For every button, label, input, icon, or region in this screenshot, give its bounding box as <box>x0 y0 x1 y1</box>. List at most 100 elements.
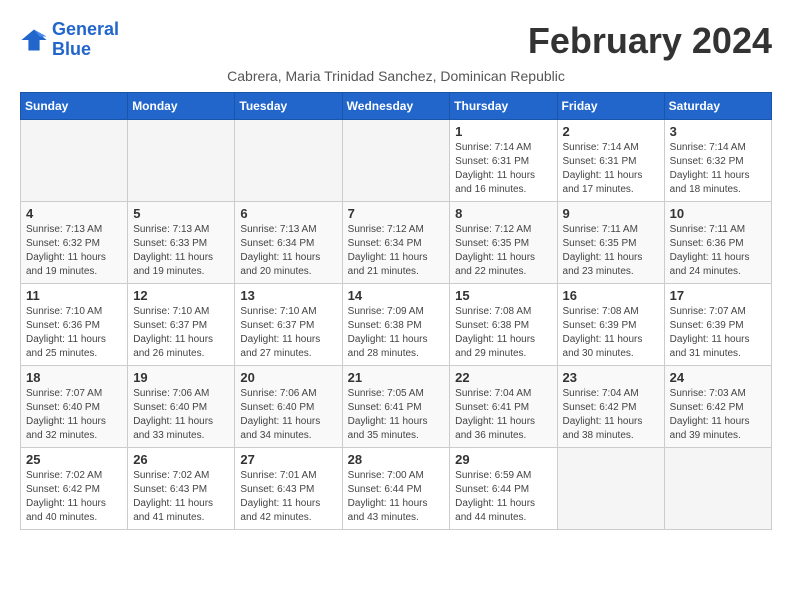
header-wednesday: Wednesday <box>342 93 450 120</box>
calendar-cell: 2 Sunrise: 7:14 AM Sunset: 6:31 PM Daylig… <box>557 120 664 202</box>
day-number: 18 <box>26 370 122 385</box>
header-tuesday: Tuesday <box>235 93 342 120</box>
header-monday: Monday <box>128 93 235 120</box>
day-number: 15 <box>455 288 551 303</box>
calendar-cell: 10 Sunrise: 7:11 AM Sunset: 6:36 PM Dayli… <box>664 202 771 284</box>
logo-text: General Blue <box>52 20 119 60</box>
day-info: Sunrise: 7:12 AM Sunset: 6:35 PM Dayligh… <box>455 223 551 279</box>
day-number: 26 <box>133 452 229 467</box>
calendar-cell: 11 Sunrise: 7:10 AM Sunset: 6:36 PM Dayli… <box>21 284 128 366</box>
day-number: 13 <box>240 288 336 303</box>
calendar-cell: 9Sunrise: 7:11 AM Sunset: 6:35 PM Daylig… <box>557 202 664 284</box>
calendar-cell <box>664 448 771 530</box>
day-number: 24 <box>670 370 766 385</box>
day-info: Sunrise: 7:02 AM Sunset: 6:42 PM Dayligh… <box>26 469 122 525</box>
day-number: 7 <box>348 206 445 221</box>
day-info: Sunrise: 7:13 AM Sunset: 6:34 PM Dayligh… <box>240 223 336 279</box>
day-number: 3 <box>670 124 766 139</box>
day-number: 10 <box>670 206 766 221</box>
day-number: 21 <box>348 370 445 385</box>
day-info: Sunrise: 7:11 AM Sunset: 6:35 PM Dayligh… <box>563 223 659 279</box>
day-number: 29 <box>455 452 551 467</box>
calendar-body: 1 Sunrise: 7:14 AM Sunset: 6:31 PM Daylig… <box>21 120 772 530</box>
header-row: Sunday Monday Tuesday Wednesday Thursday… <box>21 93 772 120</box>
day-number: 17 <box>670 288 766 303</box>
day-number: 22 <box>455 370 551 385</box>
day-number: 12 <box>133 288 229 303</box>
day-number: 14 <box>348 288 445 303</box>
day-number: 19 <box>133 370 229 385</box>
day-info: Sunrise: 7:10 AM Sunset: 6:37 PM Dayligh… <box>133 305 229 361</box>
day-number: 8 <box>455 206 551 221</box>
day-number: 20 <box>240 370 336 385</box>
day-info: Sunrise: 7:05 AM Sunset: 6:41 PM Dayligh… <box>348 387 445 443</box>
calendar-cell: 25 Sunrise: 7:02 AM Sunset: 6:42 PM Dayli… <box>21 448 128 530</box>
page-header: General Blue February 2024 <box>20 20 772 62</box>
calendar-cell: 4Sunrise: 7:13 AM Sunset: 6:32 PM Daylig… <box>21 202 128 284</box>
day-info: Sunrise: 7:10 AM Sunset: 6:37 PM Dayligh… <box>240 305 336 361</box>
calendar-cell: 21 Sunrise: 7:05 AM Sunset: 6:41 PM Dayli… <box>342 366 450 448</box>
calendar-cell <box>342 120 450 202</box>
day-number: 2 <box>563 124 659 139</box>
calendar-week-1: 1 Sunrise: 7:14 AM Sunset: 6:31 PM Daylig… <box>21 120 772 202</box>
logo-icon <box>20 26 48 54</box>
day-info: Sunrise: 7:03 AM Sunset: 6:42 PM Dayligh… <box>670 387 766 443</box>
calendar-cell: 14 Sunrise: 7:09 AM Sunset: 6:38 PM Dayli… <box>342 284 450 366</box>
header-friday: Friday <box>557 93 664 120</box>
day-info: Sunrise: 7:06 AM Sunset: 6:40 PM Dayligh… <box>133 387 229 443</box>
day-info: Sunrise: 7:11 AM Sunset: 6:36 PM Dayligh… <box>670 223 766 279</box>
day-info: Sunrise: 7:04 AM Sunset: 6:41 PM Dayligh… <box>455 387 551 443</box>
day-number: 16 <box>563 288 659 303</box>
day-info: Sunrise: 7:00 AM Sunset: 6:44 PM Dayligh… <box>348 469 445 525</box>
calendar-week-4: 18 Sunrise: 7:07 AM Sunset: 6:40 PM Dayli… <box>21 366 772 448</box>
month-title: February 2024 <box>528 20 772 62</box>
day-info: Sunrise: 7:13 AM Sunset: 6:33 PM Dayligh… <box>133 223 229 279</box>
day-info: Sunrise: 7:14 AM Sunset: 6:31 PM Dayligh… <box>563 141 659 197</box>
day-number: 28 <box>348 452 445 467</box>
calendar-cell <box>128 120 235 202</box>
calendar-cell: 3 Sunrise: 7:14 AM Sunset: 6:32 PM Daylig… <box>664 120 771 202</box>
calendar-cell: 16 Sunrise: 7:08 AM Sunset: 6:39 PM Dayli… <box>557 284 664 366</box>
calendar-cell: 22 Sunrise: 7:04 AM Sunset: 6:41 PM Dayli… <box>450 366 557 448</box>
calendar-cell: 20 Sunrise: 7:06 AM Sunset: 6:40 PM Dayli… <box>235 366 342 448</box>
calendar-cell: 27Sunrise: 7:01 AM Sunset: 6:43 PM Dayli… <box>235 448 342 530</box>
calendar-cell: 29Sunrise: 6:59 AM Sunset: 6:44 PM Dayli… <box>450 448 557 530</box>
day-number: 23 <box>563 370 659 385</box>
day-number: 27 <box>240 452 336 467</box>
subtitle: Cabrera, Maria Trinidad Sanchez, Dominic… <box>20 68 772 84</box>
calendar-cell: 15Sunrise: 7:08 AM Sunset: 6:38 PM Dayli… <box>450 284 557 366</box>
calendar-cell: 1Sunrise: 7:14 AM Sunset: 6:31 PM Daylig… <box>450 120 557 202</box>
day-info: Sunrise: 7:09 AM Sunset: 6:38 PM Dayligh… <box>348 305 445 361</box>
calendar-cell: 28 Sunrise: 7:00 AM Sunset: 6:44 PM Dayli… <box>342 448 450 530</box>
calendar-cell: 23 Sunrise: 7:04 AM Sunset: 6:42 PM Dayli… <box>557 366 664 448</box>
calendar-cell: 19 Sunrise: 7:06 AM Sunset: 6:40 PM Dayli… <box>128 366 235 448</box>
day-info: Sunrise: 7:07 AM Sunset: 6:39 PM Dayligh… <box>670 305 766 361</box>
day-number: 1 <box>455 124 551 139</box>
calendar-cell <box>21 120 128 202</box>
day-info: Sunrise: 7:06 AM Sunset: 6:40 PM Dayligh… <box>240 387 336 443</box>
calendar-cell: 24 Sunrise: 7:03 AM Sunset: 6:42 PM Dayli… <box>664 366 771 448</box>
calendar-cell: 26Sunrise: 7:02 AM Sunset: 6:43 PM Dayli… <box>128 448 235 530</box>
day-info: Sunrise: 7:07 AM Sunset: 6:40 PM Dayligh… <box>26 387 122 443</box>
calendar-cell: 17 Sunrise: 7:07 AM Sunset: 6:39 PM Dayli… <box>664 284 771 366</box>
day-info: Sunrise: 7:14 AM Sunset: 6:32 PM Dayligh… <box>670 141 766 197</box>
header-sunday: Sunday <box>21 93 128 120</box>
day-info: Sunrise: 7:13 AM Sunset: 6:32 PM Dayligh… <box>26 223 122 279</box>
day-info: Sunrise: 7:10 AM Sunset: 6:36 PM Dayligh… <box>26 305 122 361</box>
header-saturday: Saturday <box>664 93 771 120</box>
title-section: February 2024 <box>528 20 772 62</box>
day-number: 6 <box>240 206 336 221</box>
calendar-week-2: 4Sunrise: 7:13 AM Sunset: 6:32 PM Daylig… <box>21 202 772 284</box>
calendar-cell: 18 Sunrise: 7:07 AM Sunset: 6:40 PM Dayli… <box>21 366 128 448</box>
day-info: Sunrise: 7:04 AM Sunset: 6:42 PM Dayligh… <box>563 387 659 443</box>
logo: General Blue <box>20 20 119 60</box>
calendar-header: Sunday Monday Tuesday Wednesday Thursday… <box>21 93 772 120</box>
day-number: 11 <box>26 288 122 303</box>
day-info: Sunrise: 7:12 AM Sunset: 6:34 PM Dayligh… <box>348 223 445 279</box>
day-number: 25 <box>26 452 122 467</box>
calendar-cell: 8 Sunrise: 7:12 AM Sunset: 6:35 PM Daylig… <box>450 202 557 284</box>
header-thursday: Thursday <box>450 93 557 120</box>
day-info: Sunrise: 7:08 AM Sunset: 6:39 PM Dayligh… <box>563 305 659 361</box>
calendar-cell: 5Sunrise: 7:13 AM Sunset: 6:33 PM Daylig… <box>128 202 235 284</box>
calendar-table: Sunday Monday Tuesday Wednesday Thursday… <box>20 92 772 530</box>
